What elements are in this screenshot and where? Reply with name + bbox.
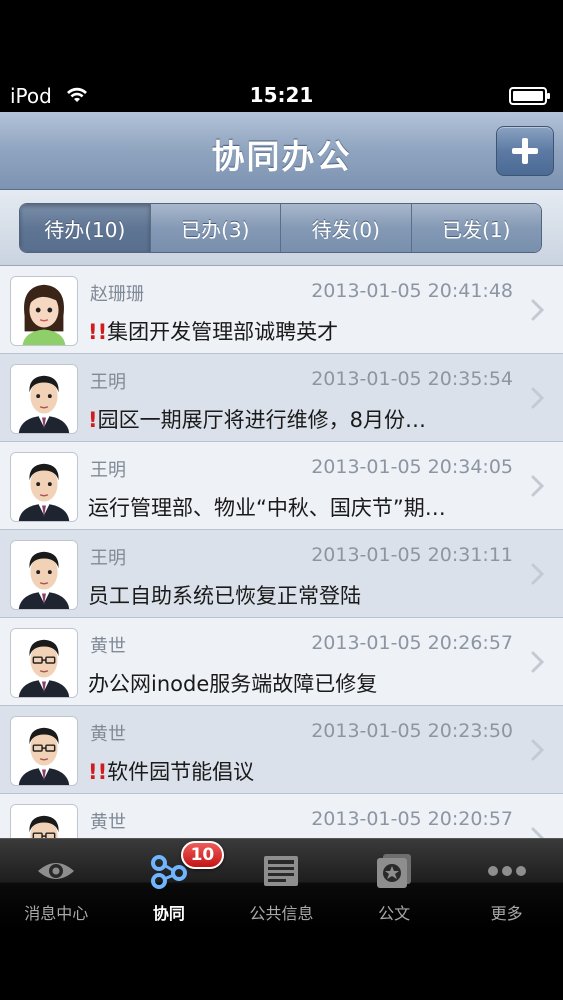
subject-text: 运行管理部、物业“中秋、国庆节”期… [88, 496, 446, 520]
bottom-black-area [0, 928, 563, 1000]
tab-collaboration[interactable]: 10 协同 [113, 839, 226, 929]
tab-label: 更多 [490, 904, 523, 923]
avatar [10, 628, 78, 698]
segment-sent[interactable]: 已发(1) [410, 204, 541, 252]
tab-official-docs[interactable]: 公文 [338, 839, 451, 929]
segment-to-send[interactable]: 待发(0) [280, 204, 411, 252]
subject-line: !!软件园节能倡议 [88, 756, 518, 786]
tab-label: 公共信息 [249, 904, 314, 923]
subject-line: !!集团开发管理部诚聘英才 [88, 316, 518, 346]
document-icon [377, 854, 412, 888]
subject-line: 员工自助系统已恢复正常登陆 [88, 580, 518, 610]
add-button[interactable] [496, 126, 554, 176]
subject-text: 软件园节能倡议 [107, 760, 255, 784]
list-item[interactable]: 黄世 2013-01-05 20:26:57 办公网inode服务端故障已修复 [0, 618, 563, 706]
sender-name: 王明 [90, 372, 126, 393]
plus-icon [511, 137, 539, 165]
timestamp: 2013-01-05 20:41:48 [311, 280, 513, 302]
timestamp: 2013-01-05 20:23:50 [311, 720, 513, 742]
timestamp: 2013-01-05 20:31:11 [311, 544, 513, 566]
tab-bar: 消息中心 10 协同 公共信息 公文 更多 [0, 838, 563, 928]
subject-line: 运行管理部、物业“中秋、国庆节”期… [88, 492, 518, 522]
segment-control: 待办(10) 已办(3) 待发(0) 已发(1) [19, 203, 542, 253]
tab-more[interactable]: 更多 [450, 839, 563, 929]
tab-public-info[interactable]: 公共信息 [225, 839, 338, 929]
chevron-right-icon [531, 563, 545, 585]
timestamp: 2013-01-05 20:26:57 [311, 632, 513, 654]
avatar [10, 716, 78, 786]
avatar [10, 804, 78, 838]
navigation-bar: 协同办公 [0, 112, 563, 190]
subject-text: 园区一期展厅将进行维修，8月份… [97, 408, 426, 432]
tab-label: 消息中心 [24, 904, 89, 923]
bulletin-icon [264, 856, 299, 886]
sender-name: 赵珊珊 [90, 284, 144, 305]
sender-name: 王明 [90, 548, 126, 569]
sender-name: 黄世 [90, 812, 126, 833]
avatar [10, 276, 78, 346]
status-bar: iPod 15:21 [0, 80, 563, 112]
page-title: 协同办公 [211, 137, 352, 176]
subject-text: 员工自助系统已恢复正常登陆 [88, 584, 361, 608]
tab-message-center[interactable]: 消息中心 [0, 839, 113, 929]
list-item[interactable]: 王明 2013-01-05 20:34:05 运行管理部、物业“中秋、国庆节”期… [0, 442, 563, 530]
clock: 15:21 [249, 83, 314, 107]
eye-icon [38, 863, 75, 879]
badge-count: 10 [180, 841, 225, 869]
top-black-area [0, 0, 563, 80]
chevron-right-icon [531, 475, 545, 497]
timestamp: 2013-01-05 20:34:05 [311, 456, 513, 478]
list-item[interactable]: 赵珊珊 2013-01-05 20:41:48 !!集团开发管理部诚聘英才 [0, 266, 563, 354]
chevron-right-icon [531, 387, 545, 409]
avatar [10, 540, 78, 610]
list-item[interactable]: 黄世 2013-01-05 20:23:50 !!软件园节能倡议 [0, 706, 563, 794]
chevron-right-icon [531, 739, 545, 761]
sender-name: 王明 [90, 460, 126, 481]
subject-line: !园区一期展厅将进行维修，8月份… [88, 404, 518, 434]
subject-line: 办公网inode服务端故障已修复 [88, 668, 518, 698]
segment-area: 待办(10) 已办(3) 待发(0) 已发(1) [0, 190, 563, 266]
timestamp: 2013-01-05 20:35:54 [311, 368, 513, 390]
avatar [10, 452, 78, 522]
urgent-flag: !! [88, 760, 108, 784]
urgent-flag: !! [88, 320, 108, 344]
chevron-right-icon [531, 651, 545, 673]
tab-label: 协同 [152, 904, 185, 923]
more-icon [487, 866, 526, 876]
tab-label: 公文 [378, 904, 411, 923]
message-list[interactable]: 赵珊珊 2013-01-05 20:41:48 !!集团开发管理部诚聘英才 王明 201… [0, 266, 563, 838]
list-item[interactable]: 王明 2013-01-05 20:35:54 !园区一期展厅将进行维修，8月份… [0, 354, 563, 442]
timestamp: 2013-01-05 20:20:57 [311, 808, 513, 830]
segment-pending[interactable]: 待办(10) [20, 204, 150, 252]
chevron-right-icon [531, 827, 545, 838]
sender-name: 黄世 [90, 724, 126, 745]
segment-done[interactable]: 已办(3) [149, 204, 280, 252]
battery-icon [509, 87, 550, 105]
chevron-right-icon [531, 299, 545, 321]
urgent-flag: ! [88, 408, 98, 432]
avatar [10, 364, 78, 434]
list-item[interactable]: 王明 2013-01-05 20:31:11 员工自助系统已恢复正常登陆 [0, 530, 563, 618]
subject-text: 集团开发管理部诚聘英才 [107, 320, 339, 344]
list-item[interactable]: 黄世 2013-01-05 20:20:57 [0, 794, 563, 838]
subject-text: 办公网inode服务端故障已修复 [88, 672, 378, 696]
sender-name: 黄世 [90, 636, 126, 657]
